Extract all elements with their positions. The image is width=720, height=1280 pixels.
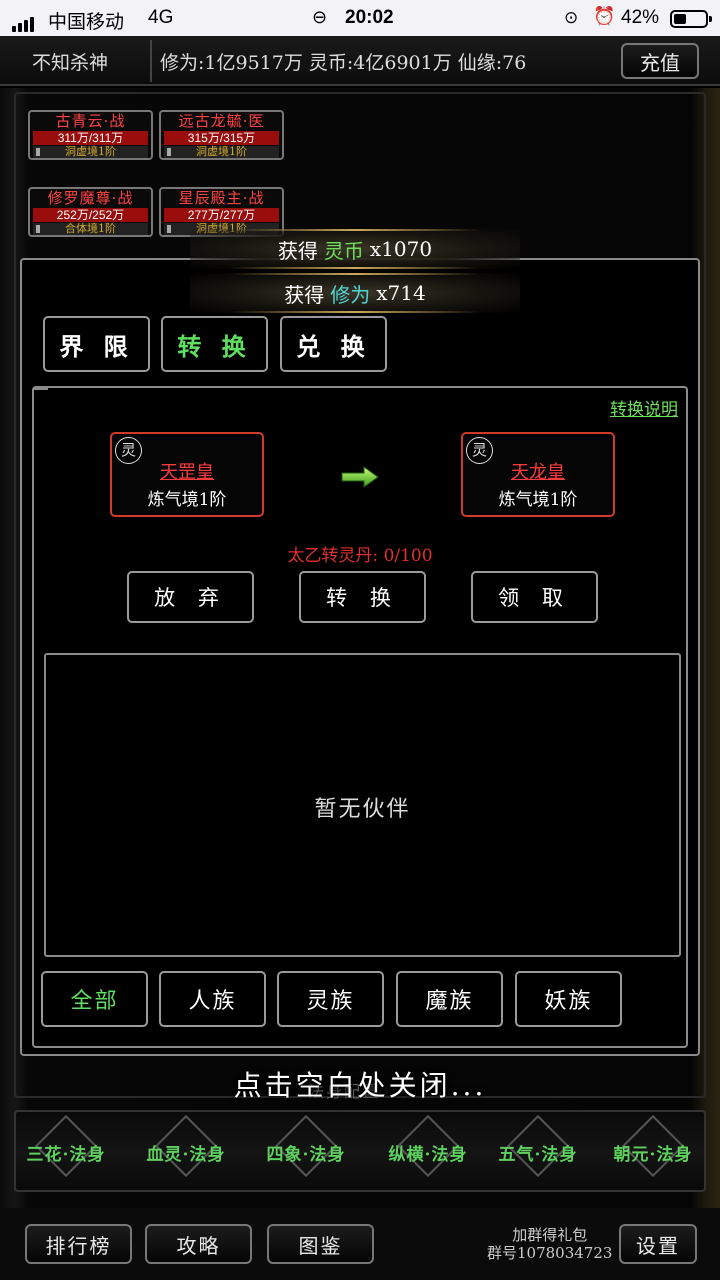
- game-header: 不知杀神 修为:1亿9517万 灵币:4亿6901万 仙缘:76 充值: [0, 36, 720, 86]
- player-stats: 修为:1亿9517万 灵币:4亿6901万 仙缘:76: [160, 52, 527, 74]
- abandon-button[interactable]: 放 弃: [127, 571, 254, 623]
- toast-item: 灵币: [323, 238, 364, 263]
- skill-name: 三花·法身: [26, 1145, 106, 1165]
- alarm-icon: ⏰: [593, 6, 616, 26]
- hero-name: 远古龙毓·医: [178, 112, 265, 130]
- hero-hp: 277万/277万: [164, 208, 279, 222]
- toast-amount: x714: [376, 281, 426, 305]
- close-hint[interactable]: 点击空白处关闭...: [0, 1064, 720, 1104]
- header-divider: [150, 40, 152, 82]
- convert-button[interactable]: 转 换: [299, 571, 426, 623]
- target-partner-name: 天龙皇: [511, 462, 565, 483]
- partner-list[interactable]: 暂无伙伴: [44, 653, 681, 957]
- filter-demon[interactable]: 魔族: [396, 971, 503, 1027]
- tab-convert[interactable]: 转 换: [161, 316, 268, 372]
- toast-prefix: 获得: [284, 282, 325, 307]
- skill-name: 朝元·法身: [613, 1145, 693, 1165]
- skill-slot[interactable]: 四象·法身: [256, 1114, 356, 1186]
- hero-realm: 合体境1阶: [33, 223, 148, 235]
- battery-icon: [670, 10, 712, 28]
- skill-slot[interactable]: 纵横·法身: [378, 1114, 478, 1186]
- skill-slot[interactable]: 朝元·法身: [603, 1114, 703, 1186]
- skill-name: 五气·法身: [498, 1145, 578, 1165]
- filter-human[interactable]: 人族: [159, 971, 266, 1027]
- filter-spirit[interactable]: 灵族: [277, 971, 384, 1027]
- group-info: 加群得礼包 群号1078034723: [487, 1226, 612, 1262]
- hero-card[interactable]: 古青云·战 311万/311万 洞虚境1阶: [28, 110, 153, 160]
- empty-partner-text: 暂无伙伴: [314, 797, 411, 822]
- tab-limit[interactable]: 界 限: [43, 316, 150, 372]
- hero-name: 修罗魔尊·战: [47, 189, 134, 207]
- tab-exchange[interactable]: 兑 换: [280, 316, 387, 372]
- skill-slot[interactable]: 血灵·法身: [136, 1114, 236, 1186]
- group-number: 群号1078034723: [487, 1244, 613, 1262]
- filter-all[interactable]: 全部: [41, 971, 148, 1027]
- skill-name: 四象·法身: [266, 1145, 346, 1165]
- signal-icon: [12, 10, 36, 32]
- toast-amount: x1070: [369, 237, 433, 261]
- hero-card[interactable]: 远古龙毓·医 315万/315万 洞虚境1阶: [159, 110, 284, 160]
- link-icon: ⊖: [312, 7, 328, 27]
- carrier-label: 中国移动: [48, 12, 125, 33]
- toast-prefix: 获得: [277, 238, 318, 263]
- skill-slot[interactable]: 三花·法身: [16, 1114, 116, 1186]
- network-label: 4G: [148, 7, 174, 28]
- recharge-button[interactable]: 充值: [621, 43, 699, 79]
- conversion-help-link[interactable]: 转换说明: [610, 395, 678, 420]
- clock: 20:02: [345, 7, 394, 28]
- hero-name: 星辰殿主·战: [178, 189, 265, 207]
- target-partner-realm: 炼气境1阶: [498, 490, 578, 510]
- arrow-right-icon: [341, 466, 379, 488]
- settings-button[interactable]: 设置: [619, 1224, 697, 1264]
- hero-name: 古青云·战: [55, 112, 126, 130]
- hero-realm: 洞虚境1阶: [164, 146, 279, 158]
- battery-percent: 42%: [621, 7, 660, 28]
- codex-button[interactable]: 图鉴: [267, 1224, 374, 1264]
- skill-slot[interactable]: 五气·法身: [488, 1114, 588, 1186]
- hero-hp: 311万/311万: [33, 131, 148, 145]
- leaderboard-button[interactable]: 排行榜: [25, 1224, 132, 1264]
- bottom-nav: 排行榜 攻略 图鉴 加群得礼包 群号1078034723 设置: [0, 1208, 720, 1280]
- hero-hp: 252万/252万: [33, 208, 148, 222]
- group-gift-text: 加群得礼包: [512, 1226, 588, 1244]
- reward-toast: 获得 灵币 x1070: [190, 229, 520, 269]
- toast-item: 修为: [330, 282, 371, 307]
- skill-name: 纵横·法身: [388, 1145, 468, 1165]
- hero-hp: 315万/315万: [164, 131, 279, 145]
- hero-realm: 洞虚境1阶: [33, 146, 148, 158]
- rotation-lock-icon: ⊙: [564, 8, 579, 27]
- filter-yao[interactable]: 妖族: [515, 971, 622, 1027]
- hero-card[interactable]: 修罗魔尊·战 252万/252万 合体境1阶: [28, 187, 153, 237]
- skill-name: 血灵·法身: [146, 1145, 226, 1165]
- conversion-dialog: 界 限 转 换 兑 换 转换说明 灵 天罡皇 炼气境1阶 灵 天龙皇 炼气境1阶…: [20, 258, 700, 1056]
- elixir-count: 太乙转灵丹: 0/100: [287, 546, 433, 566]
- source-partner-name: 天罡皇: [160, 462, 214, 483]
- claim-button[interactable]: 领 取: [471, 571, 598, 623]
- source-partner-card[interactable]: 灵 天罡皇 炼气境1阶: [110, 432, 264, 517]
- target-partner-card[interactable]: 灵 天龙皇 炼气境1阶: [461, 432, 615, 517]
- reward-toast: 获得 修为 x714: [190, 273, 520, 313]
- source-partner-realm: 炼气境1阶: [147, 490, 227, 510]
- guide-button[interactable]: 攻略: [145, 1224, 252, 1264]
- convert-panel: 转换说明 灵 天罡皇 炼气境1阶 灵 天龙皇 炼气境1阶 太乙转灵丹: 0/10…: [32, 386, 688, 1048]
- status-bar: 中国移动 4G ⊖ 20:02 ⊙ ⏰ 42%: [0, 0, 720, 36]
- player-name: 不知杀神: [32, 52, 109, 74]
